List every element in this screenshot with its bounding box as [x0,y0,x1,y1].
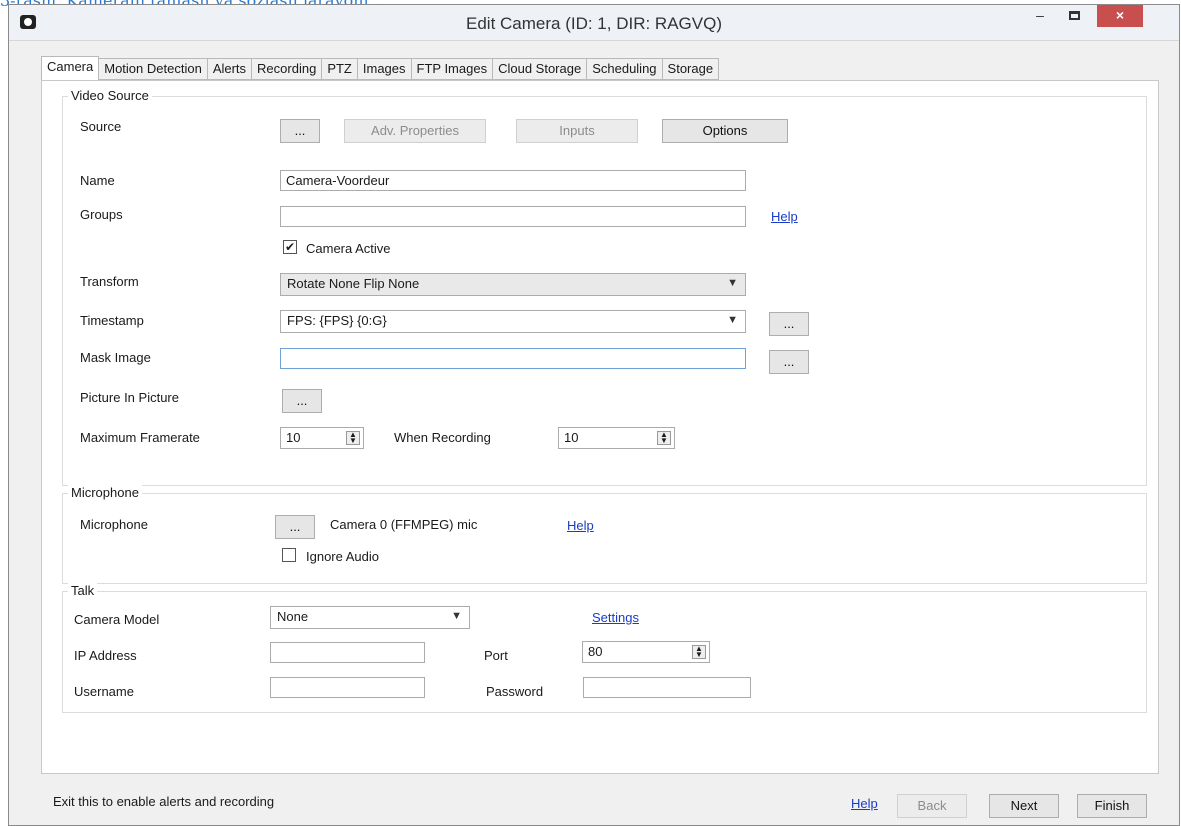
microphone-label: Microphone [80,517,148,532]
maximize-icon [1068,11,1080,20]
video-source-group-label: Video Source [68,88,152,103]
spin-arrows-icon[interactable]: ▲ ▼ [692,645,706,659]
minimize-button[interactable]: – [1027,5,1053,27]
tab-strip: Camera Motion Detection Alerts Recording… [41,56,720,80]
timestamp-value: FPS: {FPS} {0:G} [287,313,387,328]
timestamp-label: Timestamp [80,313,144,328]
mask-image-label: Mask Image [80,350,151,365]
chevron-down-icon: ▼ [727,277,738,289]
name-field[interactable]: Camera-Voordeur [280,170,746,191]
name-label: Name [80,173,115,188]
back-button[interactable]: Back [897,794,967,818]
spin-arrows-icon[interactable]: ▲ ▼ [657,431,671,445]
password-field[interactable] [583,677,751,698]
camera-tab-panel: Video Source Source ... Adv. Properties … [41,80,1159,774]
microphone-device-text: Camera 0 (FFMPEG) mic [330,517,478,532]
password-label: Password [486,684,544,699]
camera-active-checkbox[interactable]: ✔ [283,240,297,254]
mask-image-browse-button[interactable]: ... [769,350,809,374]
groups-help-link[interactable]: Help [771,209,798,224]
port-stepper[interactable]: 80 ▲ ▼ [582,641,710,663]
max-framerate-value: 10 [286,430,301,445]
max-framerate-label: Maximum Framerate [80,430,200,445]
ignore-audio-label: Ignore Audio [306,549,380,564]
transform-value: Rotate None Flip None [287,276,420,291]
spin-arrows-icon[interactable]: ▲ ▼ [346,431,360,445]
tab-storage[interactable]: Storage [662,58,720,80]
when-recording-stepper[interactable]: 10 ▲ ▼ [558,427,675,449]
edit-camera-window: Edit Camera (ID: 1, DIR: RAGVQ) – × Came… [8,4,1180,826]
chevron-down-icon: ▼ [727,314,738,326]
username-label: Username [74,684,134,699]
transform-select[interactable]: Rotate None Flip None ▼ [280,273,746,296]
inputs-button[interactable]: Inputs [516,119,638,143]
source-label: Source [80,119,122,134]
microphone-group [62,493,1147,584]
options-button[interactable]: Options [662,119,788,143]
groups-field[interactable] [280,206,746,227]
microphone-help-link[interactable]: Help [567,518,594,533]
when-recording-label: When Recording [394,430,491,445]
tab-scheduling[interactable]: Scheduling [587,58,663,80]
footer-help-link[interactable]: Help [851,796,878,811]
mask-image-field[interactable] [280,348,746,369]
port-value: 80 [588,644,603,659]
when-recording-value: 10 [564,430,579,445]
port-label: Port [484,648,508,663]
tab-alerts[interactable]: Alerts [207,58,253,80]
ignore-audio-checkbox[interactable] [282,548,296,562]
groups-label: Groups [80,207,123,222]
maximize-button[interactable] [1061,5,1087,27]
talk-settings-link[interactable]: Settings [592,610,639,625]
tab-recording[interactable]: Recording [252,58,323,80]
camera-model-value: None [277,609,309,624]
chevron-down-icon: ▼ [451,610,462,622]
camera-model-select[interactable]: None ▼ [270,606,470,629]
next-button[interactable]: Next [989,794,1059,818]
tab-ptz[interactable]: PTZ [322,58,358,80]
window-title: Edit Camera (ID: 1, DIR: RAGVQ) [466,14,722,33]
close-button[interactable]: × [1097,5,1143,27]
talk-group-label: Talk [68,583,98,598]
pip-label: Picture In Picture [80,390,179,405]
adv-properties-button[interactable]: Adv. Properties [344,119,486,143]
tab-ftp-images[interactable]: FTP Images [411,58,494,80]
ip-address-label: IP Address [74,648,137,663]
title-bar: Edit Camera (ID: 1, DIR: RAGVQ) – × [9,5,1179,41]
microphone-group-label: Microphone [68,485,142,500]
tab-motion-detection[interactable]: Motion Detection [99,58,208,80]
pip-browse-button[interactable]: ... [282,389,322,413]
camera-model-label: Camera Model [74,612,160,627]
tab-camera[interactable]: Camera [41,56,100,80]
max-framerate-stepper[interactable]: 10 ▲ ▼ [280,427,364,449]
camera-active-label: Camera Active [306,241,391,256]
finish-button[interactable]: Finish [1077,794,1147,818]
microphone-browse-button[interactable]: ... [275,515,315,539]
timestamp-select[interactable]: FPS: {FPS} {0:G} ▼ [280,310,746,333]
timestamp-browse-button[interactable]: ... [769,312,809,336]
transform-label: Transform [80,274,139,289]
source-browse-button[interactable]: ... [280,119,320,143]
username-field[interactable] [270,677,425,698]
tab-images[interactable]: Images [357,58,412,80]
status-text: Exit this to enable alerts and recording [53,794,275,809]
ip-address-field[interactable] [270,642,425,663]
tab-cloud-storage[interactable]: Cloud Storage [493,58,588,80]
